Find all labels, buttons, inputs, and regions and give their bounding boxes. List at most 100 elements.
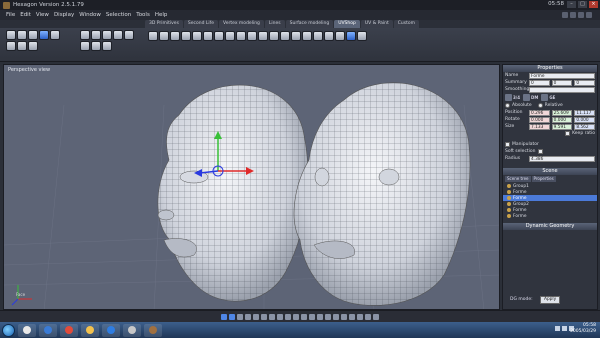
uv-tool-icon[interactable] bbox=[258, 31, 268, 41]
point-select-icon[interactable] bbox=[39, 30, 49, 40]
display-mode-item[interactable]: DM bbox=[523, 94, 538, 101]
uv-tool-icon[interactable] bbox=[203, 31, 213, 41]
size-z-field[interactable]: 8.562 bbox=[574, 123, 596, 130]
minimize-button[interactable]: – bbox=[567, 1, 576, 8]
start-button-icon[interactable] bbox=[2, 323, 15, 337]
view-mode-icon[interactable] bbox=[301, 313, 307, 320]
uv-tool-icon[interactable] bbox=[148, 31, 158, 41]
uv-tool-icon[interactable] bbox=[192, 31, 202, 41]
tab-uvshop[interactable]: UVShop bbox=[334, 20, 360, 28]
cube-icon[interactable] bbox=[80, 41, 90, 51]
view-mode-icon[interactable] bbox=[221, 313, 227, 320]
head-model-left[interactable] bbox=[157, 84, 309, 302]
rotate-x-field[interactable]: 0.000 bbox=[529, 116, 550, 123]
menu-window[interactable]: Window bbox=[79, 12, 101, 18]
display-mode-item[interactable]: GE bbox=[541, 94, 555, 101]
size-y-field[interactable]: 9.591 bbox=[551, 123, 573, 130]
uv-tool-icon[interactable] bbox=[236, 31, 246, 41]
view-mode-icon[interactable] bbox=[357, 313, 363, 320]
taskbar-app[interactable] bbox=[39, 323, 57, 337]
menu-file[interactable]: File bbox=[6, 12, 15, 18]
visibility-icon[interactable] bbox=[507, 202, 511, 206]
view-mode-icon[interactable] bbox=[245, 313, 251, 320]
view-mode-icon[interactable] bbox=[277, 313, 283, 320]
manipulator-checkbox[interactable] bbox=[505, 142, 510, 147]
rotate-z-field[interactable]: 0.000 bbox=[574, 116, 596, 123]
face-mode-icon[interactable] bbox=[28, 41, 38, 51]
magic-select-icon[interactable] bbox=[50, 30, 60, 40]
taskbar-app[interactable] bbox=[144, 323, 162, 337]
tab-lines[interactable]: Lines bbox=[264, 20, 285, 28]
rotate-y-field[interactable]: 0.000 bbox=[551, 116, 573, 123]
view-mode-icon[interactable] bbox=[325, 313, 331, 320]
position-x-field[interactable]: 0.296 bbox=[529, 109, 550, 116]
view-mode-icon[interactable] bbox=[349, 313, 355, 320]
uv-tool-icon[interactable] bbox=[324, 31, 334, 41]
taskbar-app[interactable] bbox=[81, 323, 99, 337]
tab-uv-paint[interactable]: UV & Paint bbox=[360, 20, 393, 28]
tab-properties[interactable]: Properties bbox=[531, 176, 556, 182]
uv-tool-icon[interactable] bbox=[313, 31, 323, 41]
dg-apply-button[interactable]: Apply bbox=[540, 296, 561, 304]
view-mode-icon[interactable] bbox=[317, 313, 323, 320]
view-mode-icon[interactable] bbox=[237, 313, 243, 320]
close-button[interactable]: × bbox=[589, 1, 598, 8]
cube-icon[interactable] bbox=[124, 30, 134, 40]
view-mode-icon[interactable] bbox=[293, 313, 299, 320]
perspective-viewport[interactable]: Perspective view Face bbox=[3, 64, 500, 310]
tray-icon[interactable] bbox=[562, 326, 567, 331]
keep-ratio-checkbox[interactable] bbox=[565, 131, 571, 136]
visibility-icon[interactable] bbox=[507, 196, 511, 200]
view-mode-icon[interactable] bbox=[365, 313, 371, 320]
visibility-icon[interactable] bbox=[507, 214, 511, 218]
display-mode-item[interactable]: 3/4 bbox=[505, 94, 520, 101]
menu-help[interactable]: Help bbox=[155, 12, 168, 18]
view-mode-icon[interactable] bbox=[253, 313, 259, 320]
menu-selection[interactable]: Selection bbox=[106, 12, 131, 18]
tab-surface-modeling[interactable]: Surface modeling bbox=[285, 20, 334, 28]
cube-icon[interactable] bbox=[80, 30, 90, 40]
uv-tool-icon[interactable] bbox=[291, 31, 301, 41]
menu-edit[interactable]: Edit bbox=[20, 12, 31, 18]
view-mode-icon[interactable] bbox=[229, 313, 235, 320]
layout-icon[interactable] bbox=[578, 12, 584, 18]
uv-tool-icon[interactable] bbox=[181, 31, 191, 41]
uv-tool-icon[interactable] bbox=[170, 31, 180, 41]
vertex-mode-icon[interactable] bbox=[6, 41, 16, 51]
view-mode-icon[interactable] bbox=[309, 313, 315, 320]
tray-icon[interactable] bbox=[555, 326, 560, 331]
uv-tool-icon[interactable] bbox=[280, 31, 290, 41]
absolute-radio[interactable] bbox=[505, 103, 510, 108]
soft-selection-checkbox[interactable] bbox=[537, 149, 543, 154]
cube-icon[interactable] bbox=[102, 30, 112, 40]
menu-tools[interactable]: Tools bbox=[136, 12, 150, 18]
maximize-button[interactable]: □ bbox=[578, 1, 587, 8]
visibility-icon[interactable] bbox=[507, 208, 511, 212]
uv-tool-icon[interactable] bbox=[357, 31, 367, 41]
lasso-select-icon[interactable] bbox=[28, 30, 38, 40]
view-mode-icon[interactable] bbox=[373, 313, 379, 320]
head-model-right[interactable] bbox=[293, 82, 471, 306]
edge-mode-icon[interactable] bbox=[17, 41, 27, 51]
tab-3d-primitives[interactable]: 3D Primitives bbox=[145, 20, 183, 28]
cube-icon[interactable] bbox=[113, 30, 123, 40]
brush-select-icon[interactable] bbox=[17, 30, 27, 40]
taskbar-app[interactable] bbox=[102, 323, 120, 337]
uv-tool-icon[interactable] bbox=[159, 31, 169, 41]
menu-view[interactable]: View bbox=[36, 12, 49, 18]
radius-field[interactable]: 4.386 bbox=[529, 155, 595, 162]
view-mode-icon[interactable] bbox=[269, 313, 275, 320]
uv-tool-icon[interactable] bbox=[335, 31, 345, 41]
position-z-field[interactable]: 11.117 bbox=[574, 109, 596, 116]
taskbar-app[interactable] bbox=[123, 323, 141, 337]
scene-item[interactable]: Forme bbox=[503, 213, 597, 219]
uv-tool-icon[interactable] bbox=[214, 31, 224, 41]
visibility-icon[interactable] bbox=[507, 190, 511, 194]
view-mode-icon[interactable] bbox=[333, 313, 339, 320]
cube-icon[interactable] bbox=[91, 41, 101, 51]
uv-tool-icon[interactable] bbox=[225, 31, 235, 41]
tab-custom[interactable]: Custom bbox=[393, 20, 420, 28]
name-field[interactable]: Forme bbox=[529, 72, 595, 79]
view-mode-icon[interactable] bbox=[285, 313, 291, 320]
cube-icon[interactable] bbox=[91, 30, 101, 40]
